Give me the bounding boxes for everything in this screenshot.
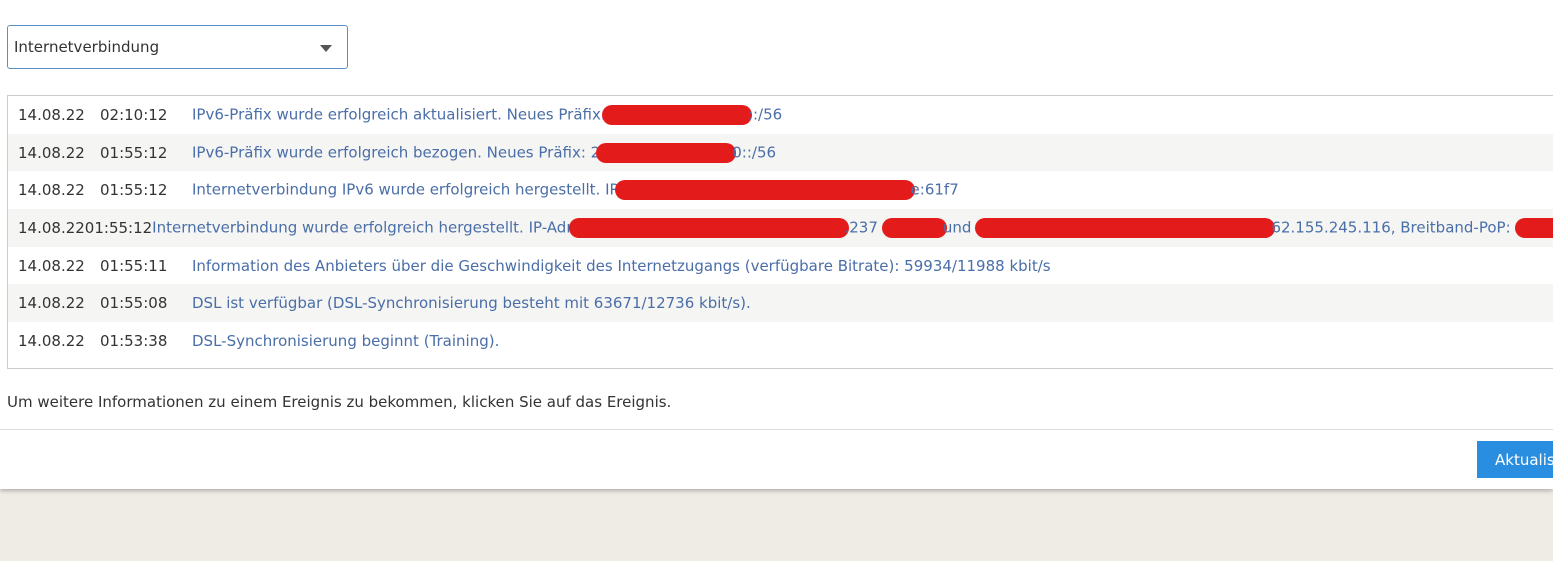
event-message[interactable]: Internetverbindung wurde erfolgreich her…: [152, 217, 1553, 238]
table-row[interactable]: 14.08.22 01:55:12 Internetverbindung wurde…: [8, 209, 1553, 247]
redaction-mark: [881, 217, 947, 238]
redaction-mark: [614, 180, 915, 201]
table-row[interactable]: 14.08.22 01:55:08 DSL ist verfügbar (DSL-S…: [8, 284, 1553, 323]
redaction-mark: [1514, 217, 1553, 238]
message-text: IPv6-Präfix wurde erfolgreich aktualisie…: [192, 105, 606, 124]
event-log-panel: Internetverbindung 14.08.22 02:10:12 IPv6-…: [0, 0, 1553, 489]
divider: [0, 429, 1553, 430]
chevron-down-icon: [320, 45, 332, 52]
event-message[interactable]: IPv6-Präfix wurde erfolgreich aktualisie…: [192, 104, 783, 125]
redaction-mark: [601, 104, 752, 125]
event-filter-select[interactable]: Internetverbindung: [7, 25, 348, 69]
event-filter-value: Internetverbindung: [14, 38, 160, 56]
event-date: 14.08.22: [18, 294, 85, 313]
event-message[interactable]: DSL-Synchronisierung beginnt (Training).: [192, 332, 499, 350]
event-message[interactable]: DSL ist verfügbar (DSL-Synchronisierung …: [192, 294, 751, 312]
event-time: 02:10:12: [100, 105, 168, 124]
event-date: 14.08.22: [18, 181, 85, 200]
event-time: 01:55:12: [100, 143, 168, 162]
event-time: 01:55:11: [100, 256, 168, 275]
event-date: 14.08.22: [18, 143, 85, 162]
table-row[interactable]: 14.08.22 01:55:11 Information des Anbieter…: [8, 247, 1553, 285]
redaction-mark: [975, 217, 1276, 238]
event-message[interactable]: Internetverbindung IPv6 wurde erfolgreic…: [192, 180, 959, 201]
event-time: 01:55:12: [100, 181, 168, 200]
table-row[interactable]: 14.08.22 01:53:38 DSL-Synchronisierung beg…: [8, 322, 1553, 360]
table-row[interactable]: 14.08.22 01:55:12 Internetverbindung IPv6 …: [8, 171, 1553, 209]
table-row[interactable]: 14.08.22 02:10:12 IPv6-Präfix wurde erfolg…: [8, 96, 1553, 134]
redaction-mark: [568, 217, 849, 238]
message-text: IPv6-Präfix wurde erfolgreich bezogen. N…: [192, 143, 601, 162]
message-text: 0::/56: [732, 143, 777, 162]
redaction-mark: [596, 142, 737, 163]
event-table: 14.08.22 02:10:12 IPv6-Präfix wurde erfolg…: [7, 95, 1553, 369]
message-text: Internetverbindung IPv6 wurde erfolgreic…: [192, 180, 619, 199]
message-text: und: [942, 218, 972, 237]
refresh-button[interactable]: Aktualisieren: [1477, 441, 1553, 478]
message-text: ::/56: [747, 105, 783, 124]
message-text: 62.155.245.116, Breitband-PoP:: [1271, 218, 1511, 237]
event-time: 01:53:38: [100, 331, 168, 350]
message-text: .237: [844, 218, 878, 237]
event-message[interactable]: IPv6-Präfix wurde erfolgreich bezogen. N…: [192, 142, 777, 163]
hint-text: Um weitere Informationen zu einem Ereign…: [7, 393, 672, 411]
event-date: 14.08.22: [18, 218, 85, 237]
event-date: 14.08.22: [18, 105, 85, 124]
event-time: 01:55:12: [84, 218, 153, 237]
message-text: Internetverbindung wurde erfolgreich her…: [152, 218, 573, 237]
table-row[interactable]: 14.08.22 01:55:12 IPv6-Präfix wurde erfolg…: [8, 133, 1553, 172]
message-text: e:61f7: [910, 180, 959, 199]
event-date: 14.08.22: [18, 331, 85, 350]
event-time: 01:55:08: [100, 294, 168, 313]
event-message[interactable]: Information des Anbieters über die Gesch…: [192, 257, 1051, 275]
event-date: 14.08.22: [18, 256, 85, 275]
